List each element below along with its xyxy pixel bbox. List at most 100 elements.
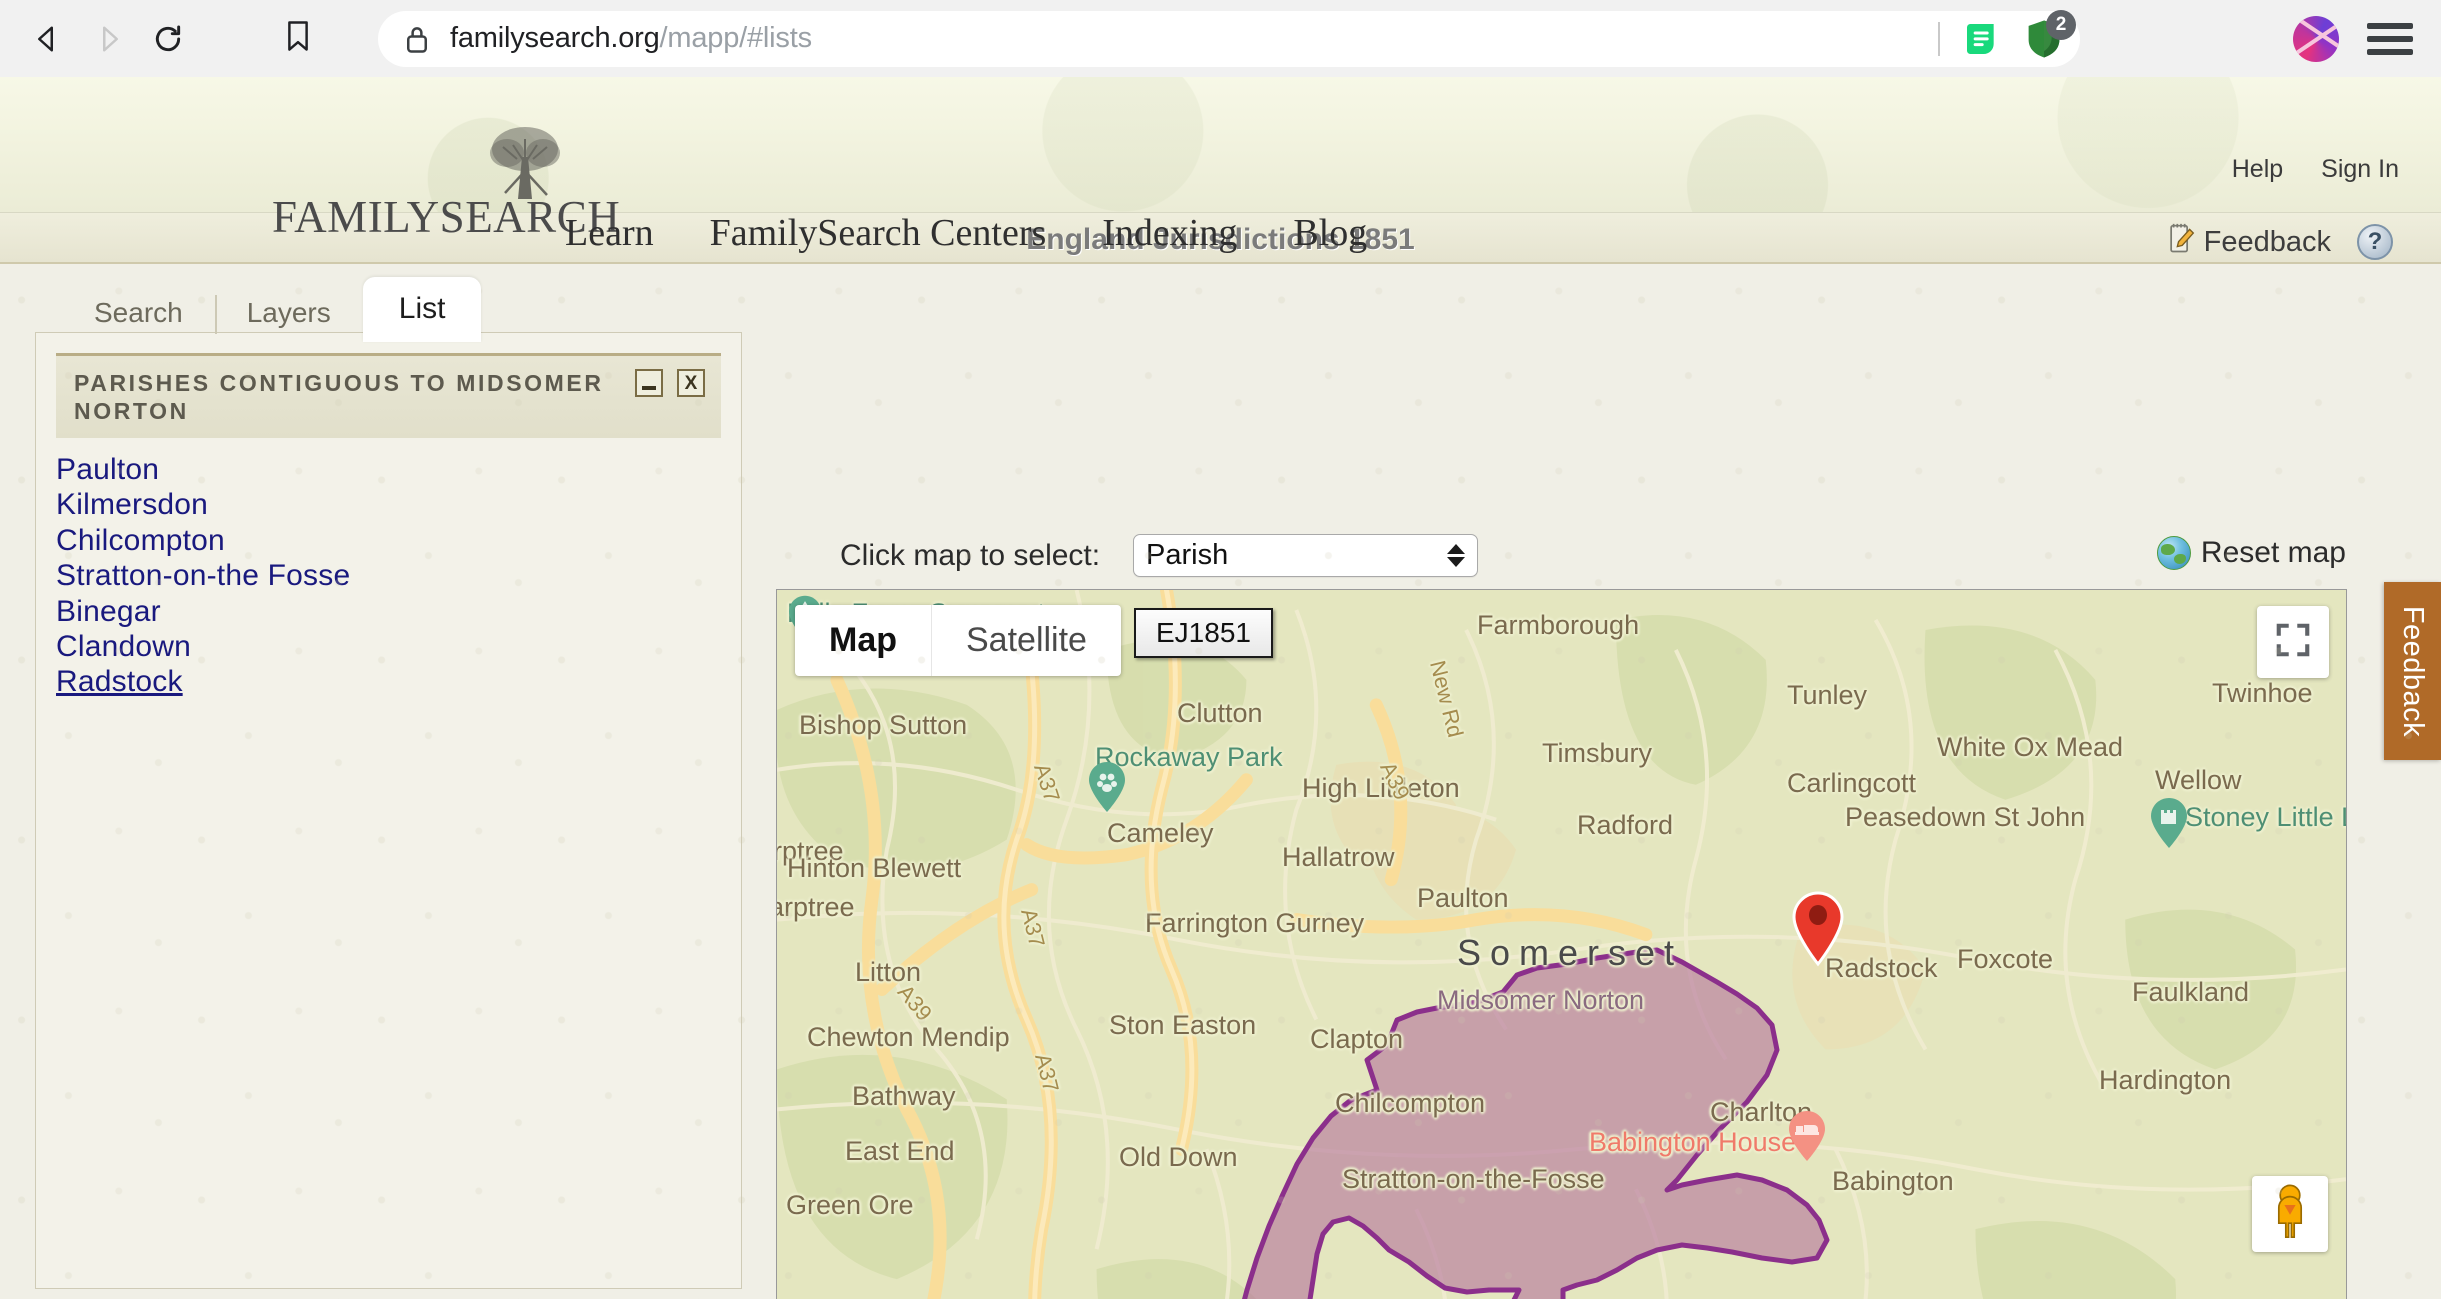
map-label: Stratton-on-the-Fosse	[1342, 1164, 1605, 1194]
help-icon[interactable]: ?	[2357, 224, 2393, 260]
reset-map-button[interactable]: Reset map	[2156, 536, 2346, 570]
browser-right-controls	[2293, 15, 2413, 62]
forward-button[interactable]	[82, 13, 134, 65]
lock-icon	[404, 24, 430, 54]
globe-icon	[2156, 536, 2191, 570]
map-label: Clutton	[1177, 698, 1263, 728]
nav-indexing[interactable]: Indexing	[1102, 211, 1237, 255]
map-type-map[interactable]: Map	[795, 605, 931, 676]
extension-icons: 2	[1960, 9, 2076, 61]
hamburger-menu-icon[interactable]	[2367, 16, 2413, 62]
back-button[interactable]	[22, 13, 74, 65]
list-item[interactable]: Radstock	[56, 664, 741, 699]
map-label: Chewton Mendip	[807, 1022, 1010, 1052]
bookmark-button[interactable]	[272, 13, 324, 65]
map-label: Hardington	[2099, 1065, 2232, 1095]
list-item[interactable]: Binegar	[56, 594, 741, 629]
feedback-side-tab-label: Feedback	[2397, 605, 2430, 737]
park-poi-icon[interactable]	[1087, 760, 1127, 814]
fullscreen-button[interactable]	[2257, 606, 2329, 678]
reload-button[interactable]	[142, 13, 194, 65]
map-label: Wellow	[2155, 765, 2242, 795]
map-label: Tunley	[1787, 680, 1868, 710]
list-item[interactable]: Kilmersdon	[56, 487, 741, 522]
list-item[interactable]: Paulton	[56, 452, 741, 487]
map-label: Paulton	[1417, 883, 1509, 913]
list-item[interactable]: Stratton-on-the Fosse	[56, 558, 741, 593]
map-label: Farmborough	[1477, 610, 1640, 640]
url-text: familysearch.org/mapp/#lists	[450, 22, 812, 54]
minimize-button[interactable]	[635, 369, 663, 397]
tab-list[interactable]: List	[362, 277, 482, 342]
map-label: White Ox Mead	[1937, 732, 2124, 762]
map-type-satellite[interactable]: Satellite	[931, 605, 1121, 676]
jurisdiction-select[interactable]: Parish	[1133, 534, 1478, 577]
app-body: Search Layers List PARISHES CONTIGUOUS T…	[0, 264, 2441, 1299]
map-label: Peasedown St John	[1845, 802, 2086, 832]
panel-tabs: Search Layers List	[62, 277, 482, 342]
map-canvas[interactable]: Folly Farm, Somerset Farmborough Bishop …	[776, 589, 2347, 1299]
shield-extension-icon[interactable]: 2	[2022, 9, 2076, 61]
feedback-side-tab[interactable]: Feedback	[2384, 582, 2441, 760]
app-screen: familysearch.org/mapp/#lists 2 Help Sign…	[0, 0, 2441, 1299]
map-label: Faulkland	[2132, 977, 2250, 1007]
nav-learn[interactable]: Learn	[565, 211, 654, 255]
notepad-pencil-icon	[2167, 222, 2195, 262]
map-label: Foxcote	[1957, 944, 2054, 974]
site-header-top-links: Help Sign In	[2232, 155, 2399, 184]
jurisdiction-select-value: Parish	[1146, 539, 1229, 571]
map-label: Hinton Blewett	[787, 853, 962, 883]
map-label: Old Down	[1119, 1142, 1238, 1172]
sign-in-link[interactable]: Sign In	[2321, 155, 2399, 184]
feedback-button[interactable]: Feedback	[2167, 222, 2331, 262]
browser-toolbar: familysearch.org/mapp/#lists 2	[0, 0, 2441, 77]
map-label: Chilcompton	[1335, 1088, 1486, 1118]
map-label: arptree	[776, 892, 855, 922]
map-label: East End	[845, 1136, 955, 1166]
long-barrow-poi-icon[interactable]	[2149, 796, 2189, 850]
reader-extension-icon[interactable]	[1960, 17, 2004, 61]
back-arrow-icon	[33, 24, 63, 54]
stepper-arrows-icon	[1447, 544, 1465, 567]
map-label-poi: Babington House	[1589, 1127, 1797, 1157]
map-label-selected: Midsomer Norton	[1437, 985, 1645, 1015]
forward-arrow-icon	[93, 24, 123, 54]
result-box: PARISHES CONTIGUOUS TO MIDSOMER NORTON X	[56, 353, 721, 439]
tab-search[interactable]: Search	[62, 285, 215, 342]
close-button[interactable]: X	[677, 369, 705, 397]
ej1851-overlay-button[interactable]: EJ1851	[1134, 608, 1273, 658]
map-label: Bathway	[852, 1081, 956, 1111]
map-label: Ston Easton	[1109, 1010, 1257, 1040]
parish-list: Paulton Kilmersdon Chilcompton Stratton-…	[36, 438, 741, 700]
reload-icon	[152, 23, 184, 55]
url-separator	[1938, 21, 1940, 56]
list-panel: PARISHES CONTIGUOUS TO MIDSOMER NORTON X…	[35, 332, 742, 1289]
map-label: Timsbury	[1542, 738, 1653, 768]
map-marker-pin[interactable]	[1790, 890, 1846, 968]
result-box-title: PARISHES CONTIGUOUS TO MIDSOMER NORTON	[74, 370, 604, 425]
result-box-header: PARISHES CONTIGUOUS TO MIDSOMER NORTON X	[56, 353, 721, 439]
tab-layers[interactable]: Layers	[214, 285, 363, 342]
pegman-icon	[2267, 1184, 2313, 1245]
nav-blog[interactable]: Blog	[1293, 211, 1367, 255]
map-type-control: Map Satellite	[795, 605, 1121, 676]
feedback-label: Feedback	[2203, 225, 2331, 258]
map-label: Clapton	[1310, 1024, 1404, 1054]
help-link[interactable]: Help	[2232, 155, 2283, 184]
hotel-poi-icon[interactable]	[1787, 1109, 1827, 1163]
list-item[interactable]: Chilcompton	[56, 523, 741, 558]
extension-badge-count: 2	[2046, 9, 2076, 40]
map-label: Twinhoe	[2212, 678, 2313, 708]
map-label: Farrington Gurney	[1145, 908, 1365, 938]
tree-logo-icon	[477, 123, 573, 203]
address-bar[interactable]: familysearch.org/mapp/#lists 2	[378, 9, 2080, 67]
list-item[interactable]: Clandown	[56, 629, 741, 664]
fullscreen-icon	[2274, 621, 2312, 664]
map-label: Bishop Sutton	[799, 710, 968, 740]
bookmark-icon	[283, 20, 313, 57]
profile-avatar[interactable]	[2293, 15, 2339, 62]
browser-nav-buttons	[22, 13, 194, 65]
site-header: Help Sign In FAMILYSEARCH Learn FamilySe…	[0, 77, 2441, 254]
street-view-pegman-button[interactable]	[2252, 1176, 2328, 1252]
nav-familysearch-centers[interactable]: FamilySearch Centers	[710, 211, 1047, 255]
